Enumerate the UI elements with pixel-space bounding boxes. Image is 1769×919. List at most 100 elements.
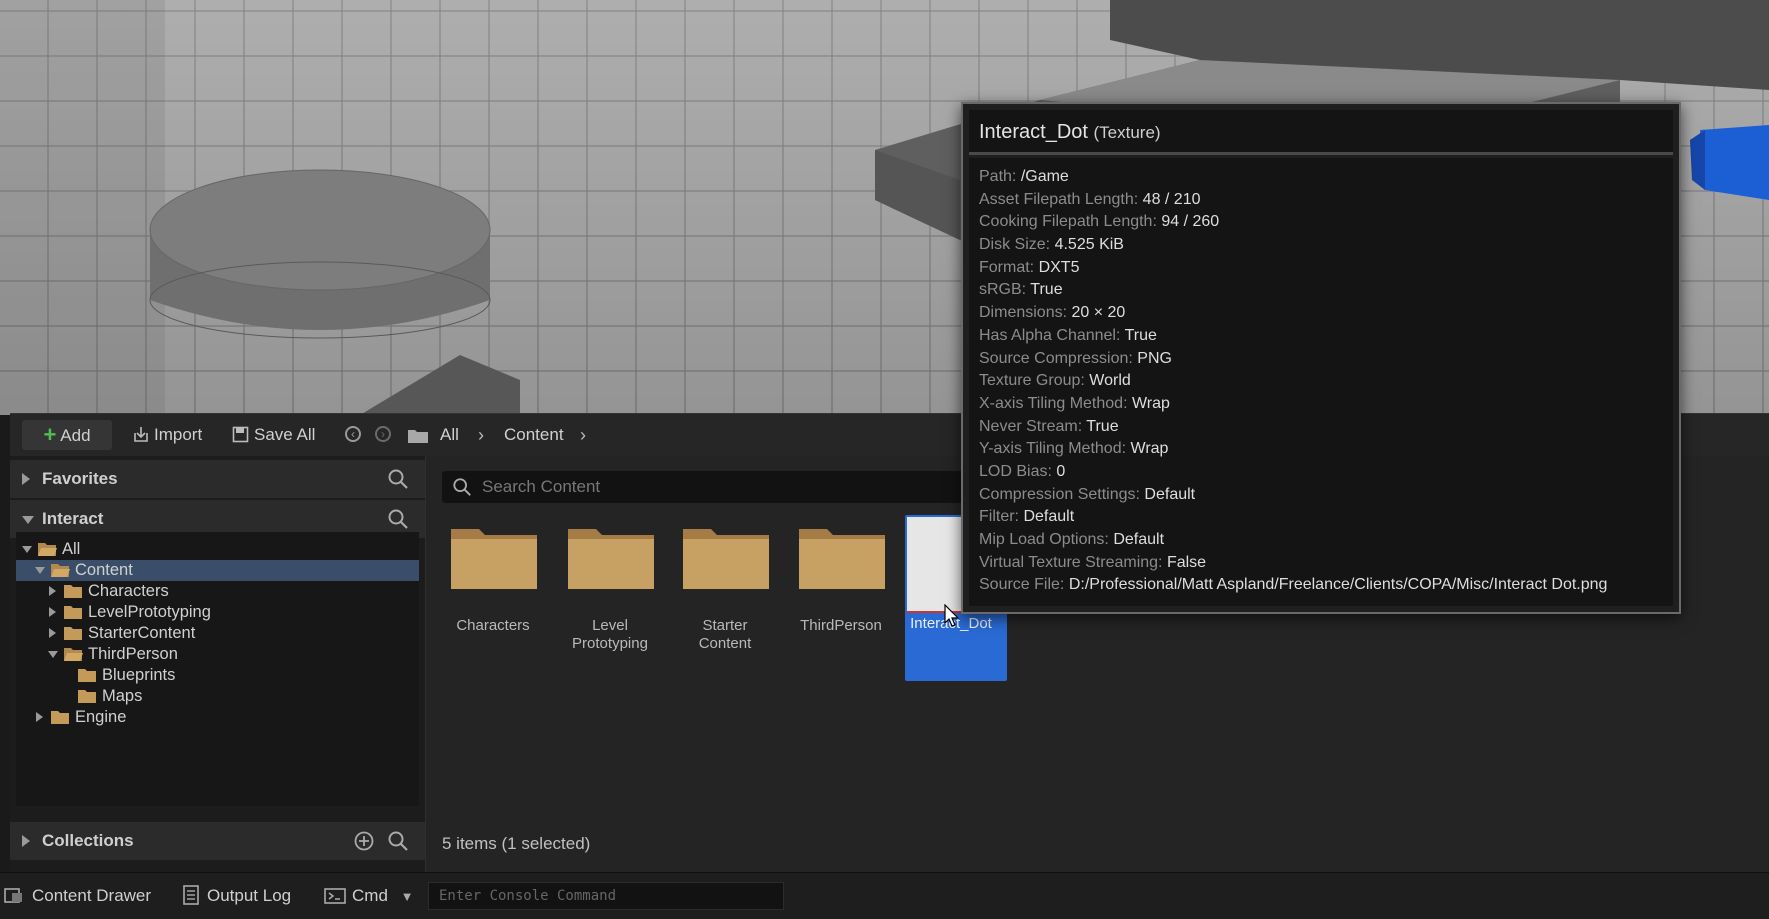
collapse-arrow-icon[interactable] <box>22 546 32 553</box>
tooltip-property-row: Dimensions: 20 × 20 <box>979 302 1673 325</box>
item-count-status: 5 items (1 selected) <box>442 834 591 853</box>
breadcrumb-content[interactable]: Content <box>504 420 564 450</box>
chevron-right-icon[interactable]: › <box>580 420 586 450</box>
tooltip-property-row: Virtual Texture Streaming: False <box>979 552 1673 575</box>
content-drawer-button[interactable]: Content Drawer <box>4 884 151 908</box>
back-icon[interactable]: ‹ <box>345 426 361 442</box>
property-key: Disk Size: <box>979 236 1051 254</box>
add-collection-icon[interactable] <box>353 830 375 852</box>
tooltip-property-row: Y-axis Tiling Method: Wrap <box>979 438 1673 461</box>
collapse-arrow-icon[interactable] <box>35 567 45 574</box>
expand-arrow-icon[interactable] <box>49 628 56 638</box>
collapse-arrow-icon[interactable] <box>22 516 34 524</box>
property-value: World <box>1089 372 1131 390</box>
property-value: Default <box>1113 531 1165 548</box>
content-drawer-icon <box>4 888 22 903</box>
folder-tile-thirdperson[interactable]: ThirdPerson <box>787 517 895 667</box>
property-value: True <box>1030 281 1063 299</box>
tooltip-header: Interact_Dot (Texture) <box>969 110 1673 155</box>
property-value: True <box>1086 417 1119 435</box>
property-value: Default <box>1144 485 1196 503</box>
status-bar: Content Drawer Output Log Cmd ▼ Enter Co… <box>0 872 1769 919</box>
property-key: Source Compression: <box>979 349 1133 367</box>
output-log-icon <box>183 885 199 905</box>
tree-item-engine[interactable]: Engine <box>16 707 419 728</box>
search-icon[interactable] <box>387 508 409 530</box>
tree-item-levelprototyping[interactable]: LevelPrototyping <box>16 602 419 623</box>
property-key: Path: <box>979 168 1017 185</box>
import-icon <box>134 427 148 442</box>
tree-item-blueprints[interactable]: Blueprints <box>16 665 419 686</box>
folder-tile-characters[interactable]: Characters <box>439 517 547 667</box>
tooltip-property-row: Compression Settings: Default <box>979 484 1673 507</box>
search-icon[interactable] <box>387 468 409 490</box>
chevron-down-icon: ▼ <box>400 889 414 904</box>
expand-arrow-icon[interactable] <box>36 712 43 722</box>
tree-item-characters[interactable]: Characters <box>16 581 419 602</box>
tooltip-property-row: Asset Filepath Length: 48 / 210 <box>979 189 1673 212</box>
tooltip-property-row: Mip Load Options: Default <box>979 529 1673 552</box>
output-log-button[interactable]: Output Log <box>182 884 291 908</box>
save-all-button[interactable]: Save All <box>232 420 315 450</box>
search-icon[interactable] <box>387 830 409 852</box>
folder-icon <box>451 529 537 589</box>
tooltip-properties: Path: /Game Asset Filepath Length: 48 / 2… <box>969 158 1673 606</box>
cylinder-mesh <box>149 169 491 339</box>
tooltip-property-row: X-axis Tiling Method: Wrap <box>979 393 1673 416</box>
chevron-right-icon[interactable]: › <box>478 420 484 450</box>
asset-tooltip: Interact_Dot (Texture) Path: /Game Asset … <box>961 102 1681 614</box>
tooltip-property-row: Format: DXT5 <box>979 257 1673 280</box>
import-button[interactable]: Import <box>132 420 202 450</box>
search-placeholder: Search Content <box>482 477 601 496</box>
console-command-input[interactable]: Enter Console Command <box>428 882 784 910</box>
sources-panel: Favorites Interact All Content Character… <box>10 456 426 872</box>
expand-arrow-icon[interactable] <box>49 586 56 596</box>
mouse-cursor-icon <box>944 604 960 627</box>
collapse-arrow-icon[interactable] <box>48 651 58 658</box>
property-key: sRGB: <box>979 281 1027 299</box>
folder-tile-starter-content[interactable]: Starter Content <box>671 517 779 667</box>
property-value: 0 <box>1056 462 1066 480</box>
folder-tile-level-prototyping[interactable]: Level Prototyping <box>556 517 664 667</box>
search-content-input[interactable]: Search Content <box>442 471 982 503</box>
folder-icon <box>64 627 82 640</box>
property-value: False <box>1166 553 1207 571</box>
expand-arrow-icon[interactable] <box>22 835 30 847</box>
property-value: DXT5 <box>1038 258 1080 276</box>
property-value: 20 × 20 <box>1071 304 1126 322</box>
property-key: Virtual Texture Streaming: <box>979 553 1163 571</box>
folder-tree: All Content Characters LevelPrototyping <box>16 532 419 806</box>
folder-icon <box>683 529 769 589</box>
property-key: Compression Settings: <box>979 485 1140 503</box>
tooltip-property-row: Texture Group: World <box>979 370 1673 393</box>
tooltip-asset-type: (Texture) <box>1093 123 1161 142</box>
favorites-section[interactable]: Favorites <box>10 460 425 498</box>
tooltip-property-row: Filter: Default <box>979 506 1673 529</box>
property-value: D:/Professional/Matt Aspland/Freelance/C… <box>1068 576 1608 594</box>
tree-item-maps[interactable]: Maps <box>16 686 419 707</box>
property-key: Texture Group: <box>979 372 1085 390</box>
tooltip-asset-name: Interact_Dot <box>979 121 1088 143</box>
terminal-icon <box>324 888 346 904</box>
tree-item-content[interactable]: Content <box>16 560 419 581</box>
property-key: X-axis Tiling Method: <box>979 394 1128 412</box>
collections-section[interactable]: Collections <box>10 822 425 860</box>
property-value: /Game <box>1020 168 1069 185</box>
expand-arrow-icon[interactable] <box>22 473 30 485</box>
folder-open-icon <box>38 543 57 556</box>
expand-arrow-icon[interactable] <box>49 607 56 617</box>
forward-icon[interactable]: › <box>375 426 391 442</box>
folder-icon <box>51 711 69 724</box>
property-key: Format: <box>979 258 1035 276</box>
add-button[interactable]: + Add <box>22 420 112 450</box>
folder-icon <box>78 669 96 682</box>
tree-item-all[interactable]: All <box>16 539 419 560</box>
tooltip-property-row: Source Compression: PNG <box>979 348 1673 371</box>
folder-icon <box>568 529 654 589</box>
tree-item-thirdperson[interactable]: ThirdPerson <box>16 644 419 665</box>
property-value: 94 / 260 <box>1161 213 1220 231</box>
project-label: Interact <box>42 509 104 528</box>
cmd-dropdown[interactable]: Cmd ▼ <box>324 884 414 908</box>
breadcrumb-all[interactable]: All <box>440 420 459 450</box>
tree-item-startercontent[interactable]: StarterContent <box>16 623 419 644</box>
